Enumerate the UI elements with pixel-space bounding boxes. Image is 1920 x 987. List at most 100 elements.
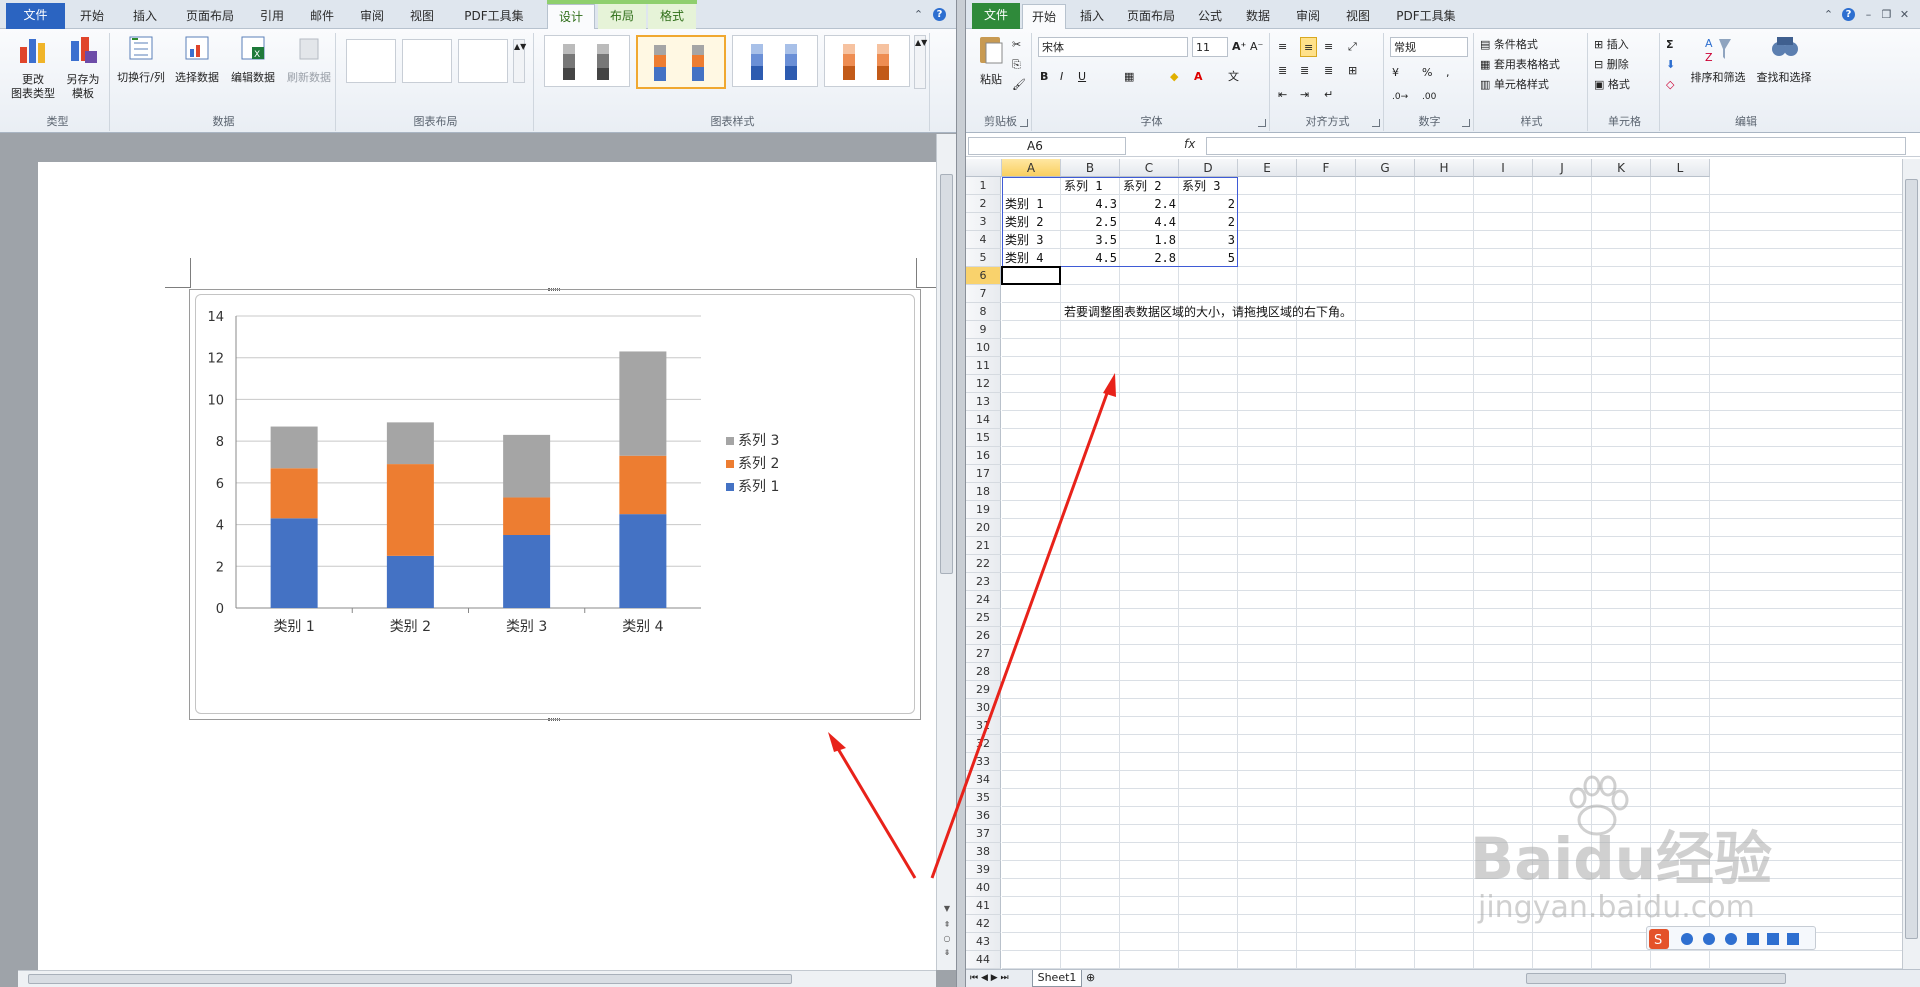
row-header-40[interactable]: 40 bbox=[966, 879, 1001, 897]
row-header-23[interactable]: 23 bbox=[966, 573, 1001, 591]
excel-hscroll-thumb[interactable] bbox=[1526, 973, 1786, 984]
conditional-format-button[interactable]: ▤ 条件格式 bbox=[1480, 35, 1538, 55]
excel-tab-formulas[interactable]: 公式 bbox=[1188, 4, 1232, 29]
excel-tab-view[interactable]: 视图 bbox=[1336, 4, 1380, 29]
excel-tab-data[interactable]: 数据 bbox=[1236, 4, 1280, 29]
column-header-b[interactable]: B bbox=[1061, 159, 1120, 177]
row-header-30[interactable]: 30 bbox=[966, 699, 1001, 717]
row-header-34[interactable]: 34 bbox=[966, 771, 1001, 789]
column-header-d[interactable]: D bbox=[1179, 159, 1238, 177]
word-hscroll-thumb[interactable] bbox=[28, 974, 792, 984]
select-all-corner[interactable] bbox=[966, 159, 1002, 177]
data-cell[interactable]: 3 bbox=[1179, 231, 1238, 249]
name-box[interactable]: A6 bbox=[968, 137, 1126, 155]
data-cell[interactable]: 2 bbox=[1179, 213, 1238, 231]
find-select-button[interactable]: 查找和选择 bbox=[1754, 33, 1814, 85]
minimize-window-icon[interactable]: – bbox=[1862, 8, 1875, 21]
border-icon[interactable]: ▦ bbox=[1124, 67, 1134, 87]
row-header-38[interactable]: 38 bbox=[966, 843, 1001, 861]
data-cell[interactable]: 5 bbox=[1179, 249, 1238, 267]
switch-row-column-button[interactable]: 切换行/列 bbox=[114, 33, 168, 85]
alignment-launcher-icon[interactable] bbox=[1372, 119, 1380, 127]
row-header-16[interactable]: 16 bbox=[966, 447, 1001, 465]
row-header-3[interactable]: 3 bbox=[966, 213, 1001, 231]
column-header-a[interactable]: A bbox=[1002, 159, 1061, 177]
row-header-22[interactable]: 22 bbox=[966, 555, 1001, 573]
tab-chart-layout[interactable]: 布局 bbox=[598, 4, 646, 29]
select-data-button[interactable]: 选择数据 bbox=[170, 33, 224, 85]
data-cell[interactable]: 类别 2 bbox=[1002, 213, 1061, 231]
word-vscroll-thumb[interactable] bbox=[940, 174, 953, 574]
copy-icon[interactable]: ⎘ bbox=[1012, 55, 1021, 75]
row-header-8[interactable]: 8 bbox=[966, 303, 1001, 321]
restore-window-icon[interactable]: ❐ bbox=[1880, 8, 1893, 21]
excel-tab-insert[interactable]: 插入 bbox=[1070, 4, 1114, 29]
word-horizontal-scrollbar[interactable] bbox=[18, 970, 936, 987]
format-as-table-button[interactable]: ▦ 套用表格格式 bbox=[1480, 55, 1560, 75]
save-as-template-button[interactable]: 另存为 模板 bbox=[60, 33, 106, 101]
row-header-2[interactable]: 2 bbox=[966, 195, 1001, 213]
chart-style-gray-button[interactable] bbox=[544, 35, 630, 87]
tab-review[interactable]: 审阅 bbox=[350, 4, 394, 29]
active-cell[interactable] bbox=[1001, 266, 1061, 285]
styles-more-button[interactable]: ▲▼ bbox=[914, 35, 927, 89]
data-cell[interactable]: 4.5 bbox=[1061, 249, 1120, 267]
row-header-35[interactable]: 35 bbox=[966, 789, 1001, 807]
row-header-26[interactable]: 26 bbox=[966, 627, 1001, 645]
data-cell[interactable]: 4.4 bbox=[1120, 213, 1179, 231]
word-vertical-scrollbar[interactable]: ▼ ⇞ ○ ⇟ bbox=[936, 134, 956, 970]
excel-tab-pdf-tools[interactable]: PDF工具集 bbox=[1386, 4, 1466, 29]
row-header-14[interactable]: 14 bbox=[966, 411, 1001, 429]
data-cell[interactable]: 2.8 bbox=[1120, 249, 1179, 267]
row-header-7[interactable]: 7 bbox=[966, 285, 1001, 303]
row-header-29[interactable]: 29 bbox=[966, 681, 1001, 699]
chart-style-blue-button[interactable] bbox=[732, 35, 818, 87]
row-header-6[interactable]: 6 bbox=[966, 267, 1001, 285]
align-middle-icon[interactable]: ≡ bbox=[1300, 37, 1318, 57]
row-header-39[interactable]: 39 bbox=[966, 861, 1001, 879]
cell-styles-button[interactable]: ▥ 单元格样式 bbox=[1480, 75, 1549, 95]
shrink-font-icon[interactable]: A⁻ bbox=[1250, 37, 1263, 57]
formula-input[interactable] bbox=[1206, 137, 1906, 155]
column-header-h[interactable]: H bbox=[1415, 159, 1474, 177]
column-header-l[interactable]: L bbox=[1651, 159, 1710, 177]
excel-tab-review[interactable]: 审阅 bbox=[1286, 4, 1330, 29]
minimize-ribbon-icon[interactable]: ⌃ bbox=[1822, 8, 1835, 21]
align-left-icon[interactable]: ≣ bbox=[1278, 61, 1287, 81]
data-cell[interactable]: 2.5 bbox=[1061, 213, 1120, 231]
row-header-18[interactable]: 18 bbox=[966, 483, 1001, 501]
prev-page-icon[interactable]: ⇞ bbox=[940, 920, 954, 929]
chart-style-orange-button[interactable] bbox=[824, 35, 910, 87]
row-header-5[interactable]: 5 bbox=[966, 249, 1001, 267]
autosum-icon[interactable]: Σ bbox=[1666, 35, 1674, 55]
window-splitter[interactable] bbox=[956, 0, 966, 987]
currency-icon[interactable]: ¥ bbox=[1392, 63, 1399, 83]
grow-font-icon[interactable]: A⁺ bbox=[1232, 37, 1246, 57]
orientation-icon[interactable]: ⤢ bbox=[1348, 37, 1357, 57]
excel-tab-page-layout[interactable]: 页面布局 bbox=[1118, 4, 1184, 29]
row-header-27[interactable]: 27 bbox=[966, 645, 1001, 663]
row-header-24[interactable]: 24 bbox=[966, 591, 1001, 609]
font-launcher-icon[interactable] bbox=[1258, 119, 1266, 127]
row-header-36[interactable]: 36 bbox=[966, 807, 1001, 825]
data-cell[interactable]: 类别 3 bbox=[1002, 231, 1061, 249]
select-browse-object-icon[interactable]: ○ bbox=[940, 934, 954, 943]
format-cells-button[interactable]: ▣ 格式 bbox=[1594, 75, 1630, 95]
row-header-11[interactable]: 11 bbox=[966, 357, 1001, 375]
clear-icon[interactable]: ◇ bbox=[1666, 75, 1674, 95]
fill-icon[interactable]: ⬇ bbox=[1666, 55, 1675, 75]
delete-cells-button[interactable]: ⊟ 删除 bbox=[1594, 55, 1629, 75]
excel-tab-file[interactable]: 文件 bbox=[972, 3, 1020, 29]
row-header-1[interactable]: 1 bbox=[966, 177, 1001, 195]
ime-toolbar[interactable]: S bbox=[1646, 926, 1816, 950]
tab-file[interactable]: 文件 bbox=[6, 3, 65, 29]
merge-center-icon[interactable]: ⊞ bbox=[1348, 61, 1357, 81]
number-launcher-icon[interactable] bbox=[1462, 119, 1470, 127]
row-header-43[interactable]: 43 bbox=[966, 933, 1001, 951]
excel-vertical-scrollbar[interactable] bbox=[1902, 159, 1920, 969]
chart-area[interactable]: 0 2 4 6 8 10 12 14 类别 1 类别 2 类别 3 类别 4 系列 3 系列 2 系列 1 bbox=[195, 294, 915, 714]
column-header-e[interactable]: E bbox=[1238, 159, 1297, 177]
comma-style-icon[interactable]: , bbox=[1446, 63, 1450, 83]
row-header-20[interactable]: 20 bbox=[966, 519, 1001, 537]
percent-icon[interactable]: % bbox=[1422, 63, 1432, 83]
